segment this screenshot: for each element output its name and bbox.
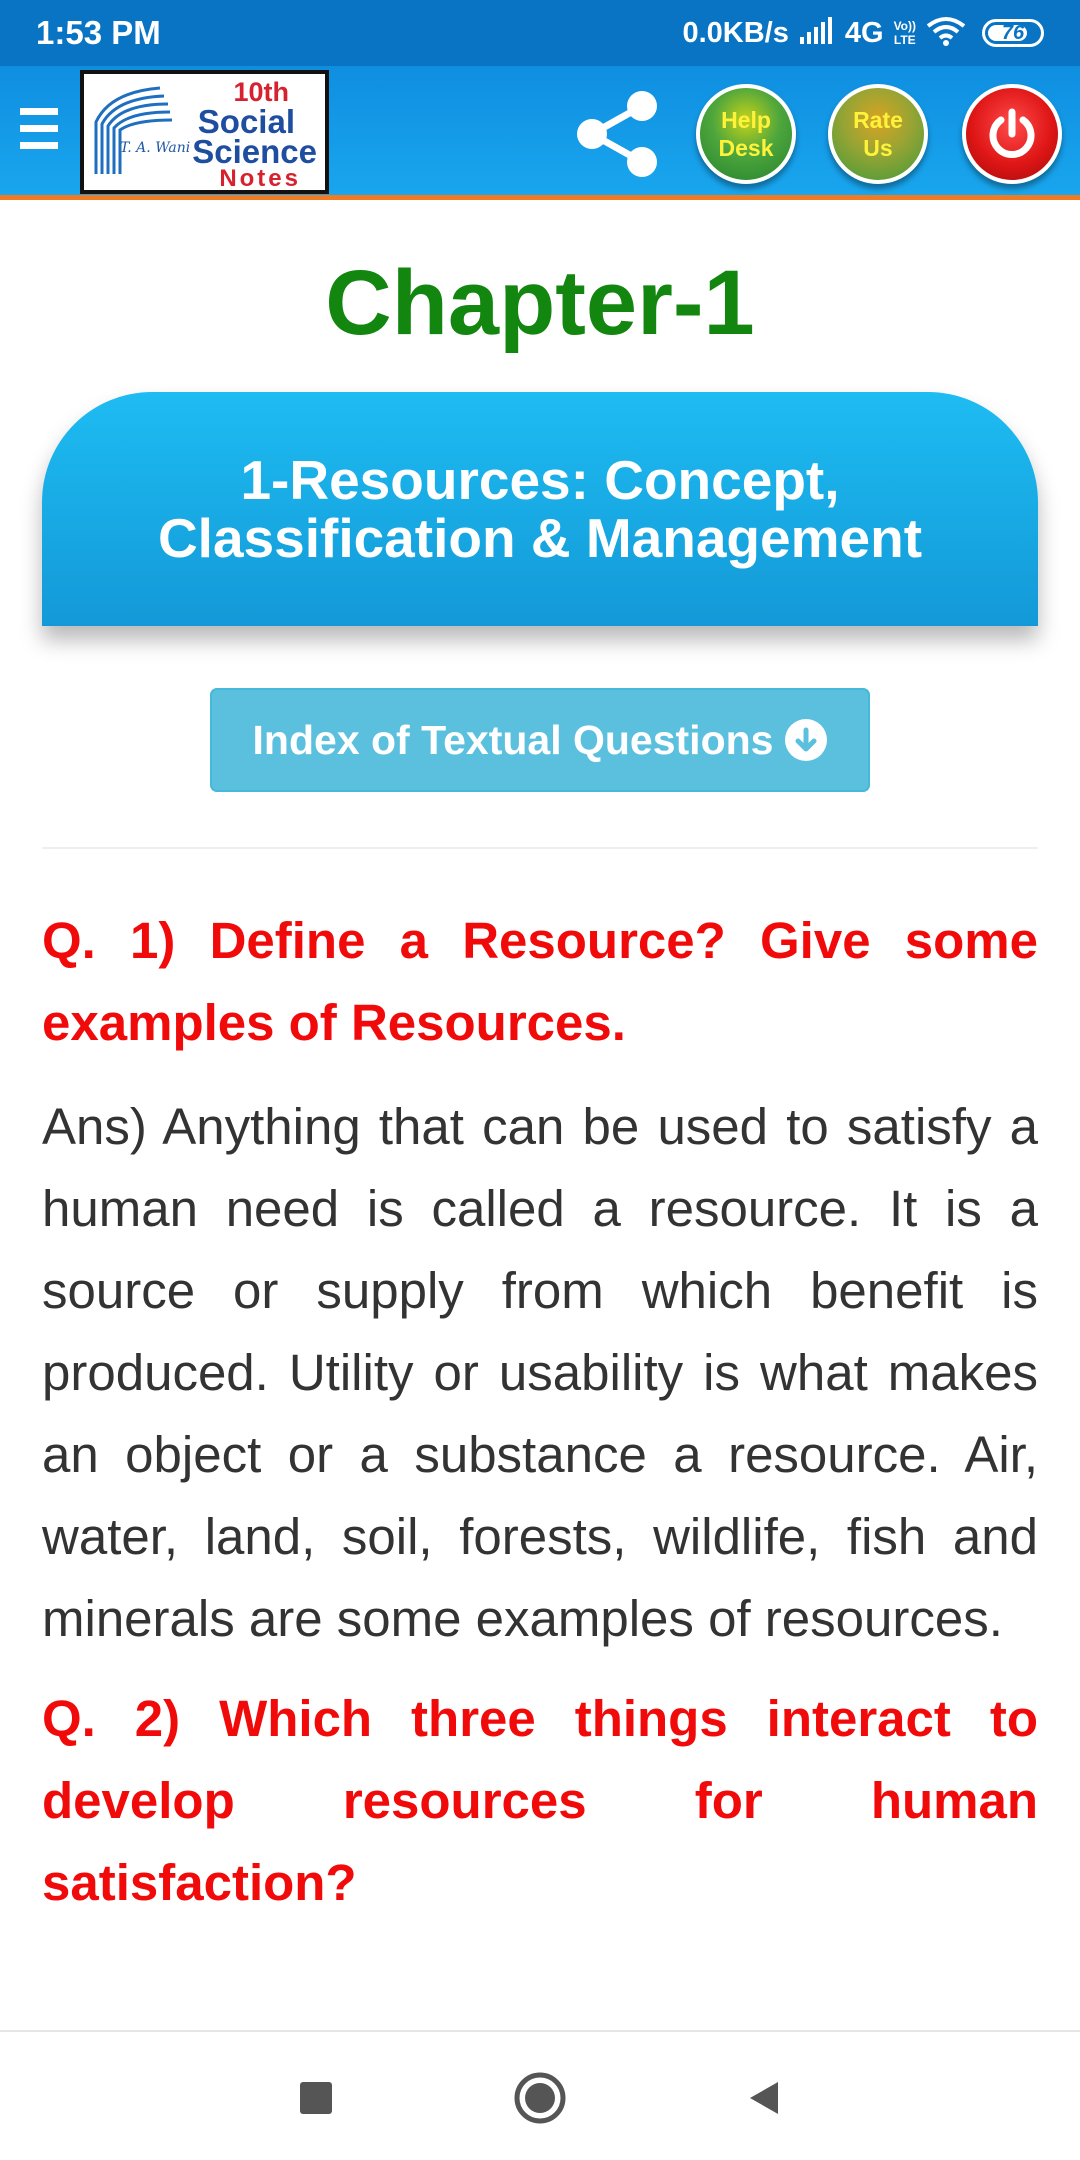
home-icon[interactable] [510,2068,570,2128]
arrow-down-circle-icon [785,719,828,761]
topic-title: 1-Resources: Concept, Classification & M… [157,449,923,569]
article-body: Q. 1) Define a Resource? Give some examp… [42,900,1038,1924]
index-textual-questions-button[interactable]: Index of Textual Questions [210,688,870,792]
help-desk-label-2: Desk [718,135,774,161]
volte-bottom: LTE [893,33,916,47]
back-icon[interactable] [734,2068,794,2128]
app-logo: T. A. Wani 10th Social Science Notes [80,70,329,194]
divider [42,847,1038,849]
help-desk-label-1: Help [721,107,771,133]
net-speed: 0.0KB/s [682,17,789,49]
wifi-icon [926,16,966,51]
logo-line-notes: Notes [219,165,301,192]
volte-indicator: Vo)) LTE [894,19,916,47]
status-bar: 1:53 PM 0.0KB/s 4G Vo)) LTE 76 [0,0,1080,66]
signal-icon [799,16,835,50]
rate-us-button[interactable]: Rate Us [828,84,928,184]
question-2: Q. 2) Which three things interact to dev… [42,1690,1038,1911]
power-icon [989,108,1035,158]
rate-us-label-1: Rate [853,107,903,133]
book-icon [94,86,173,174]
battery-icon: 76 [982,19,1044,47]
network-type: 4G [844,17,884,49]
logo-line-10th: 10th [233,77,289,107]
help-desk-button[interactable]: Help Desk [696,84,796,184]
recent-apps-icon[interactable] [286,2068,346,2128]
volte-top: Vo)) [893,19,916,33]
menu-icon[interactable] [20,108,58,154]
index-button-label: Index of Textual Questions [252,716,774,763]
question-1: Q. 1) Define a Resource? Give some examp… [42,912,1038,1051]
battery-level: 76 [1001,21,1025,44]
answer-1: Ans) Anything that can be used to satisf… [42,1098,1038,1647]
topic-banner: 1-Resources: Concept, Classification & M… [42,392,1038,626]
share-icon[interactable] [572,88,664,180]
rate-us-label-2: Us [863,135,893,161]
logo-author: T. A. Wani [120,140,191,156]
app-bar: T. A. Wani 10th Social Science Notes Hel… [0,66,1080,200]
navigation-bar [0,2032,1080,2160]
logo-line-science: Science [192,133,317,170]
status-icons: 0.0KB/s 4G Vo)) LTE 76 [682,10,1044,56]
power-button[interactable] [962,84,1062,184]
chapter-title: Chapter-1 [325,252,755,354]
status-time: 1:53 PM [36,14,161,51]
